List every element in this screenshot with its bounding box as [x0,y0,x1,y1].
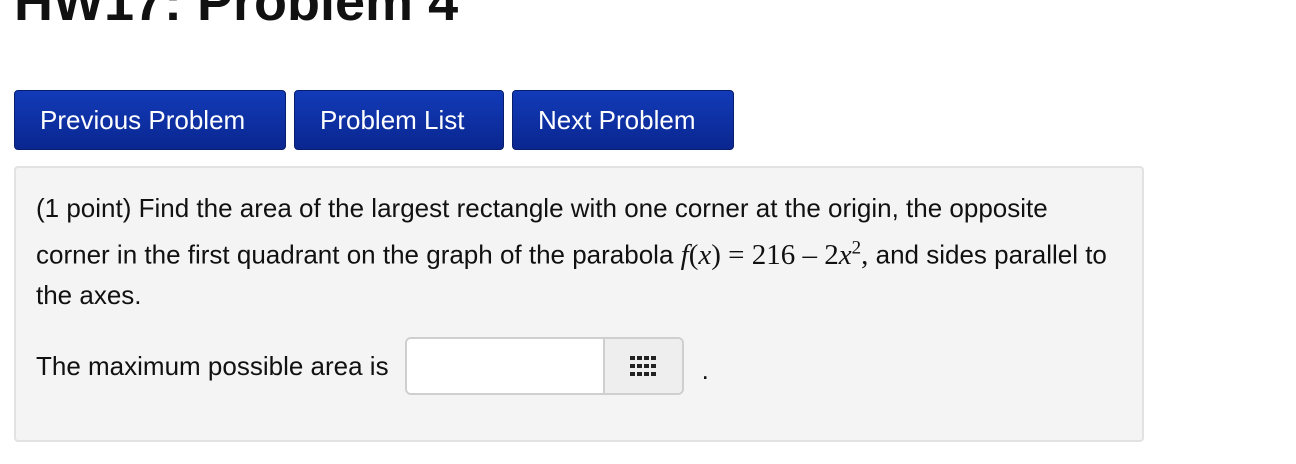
answer-label: The maximum possible area is [36,350,389,381]
math-variable-squared: x [838,238,852,271]
math-equation-body: ) = 216 – 2 [711,238,839,271]
math-open-paren: ( [688,238,699,271]
problem-navigation: Previous Problem Problem List Next Probl… [14,90,734,150]
next-problem-button[interactable]: Next Problem [512,90,734,150]
math-function-name: f [680,238,689,271]
problem-box: (1 point) Find the area of the largest r… [14,166,1144,442]
answer-row: The maximum possible area is . [36,336,709,396]
math-variable: x [698,238,712,271]
page-title: HW17: Problem 4 [14,0,459,32]
problem-statement: (1 point) Find the area of the largest r… [36,188,1126,315]
problem-list-button[interactable]: Problem List [294,90,504,150]
math-expression: f(x) = 216 – 2x2, [680,237,869,271]
answer-input[interactable] [406,339,603,393]
answer-widget [404,337,684,395]
answer-period: . [701,354,709,385]
equation-palette-icon [630,356,657,376]
previous-problem-button[interactable]: Previous Problem [14,90,286,150]
page: HW17: Problem 4 Previous Problem Problem… [0,0,1296,464]
math-exponent: 2 [851,237,862,258]
equation-palette-button[interactable] [602,339,682,393]
